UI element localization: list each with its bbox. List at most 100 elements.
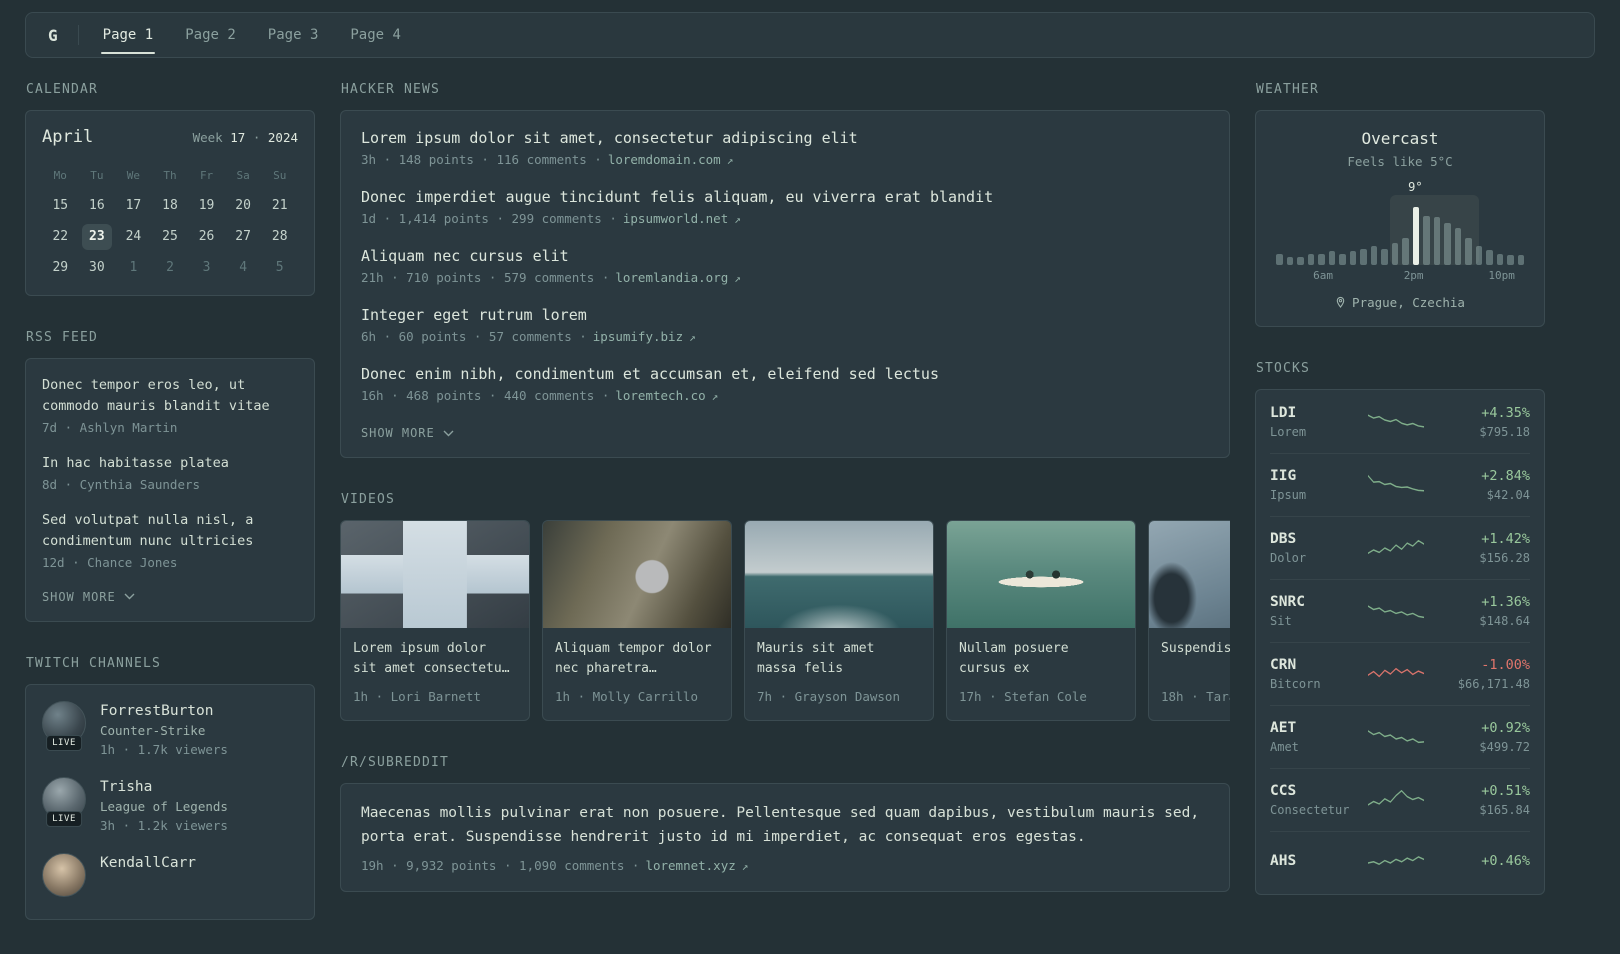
hn-section-title: HACKER NEWS: [341, 82, 440, 97]
page-tab[interactable]: Page 1: [100, 13, 155, 57]
stock-row[interactable]: CRN Bitcorn -1.00% $66,171.48: [1270, 642, 1530, 705]
stock-identity: AHS: [1270, 853, 1358, 873]
video-card[interactable]: Aliquam tempor dolor nec pharetra… 1h · …: [542, 520, 732, 721]
stock-price: $499.72: [1479, 740, 1530, 754]
video-card[interactable]: Nullam posuere cursus ex 17h · Stefan Co…: [946, 520, 1136, 721]
live-badge: LIVE: [46, 734, 82, 751]
hn-list: Lorem ipsum dolor sit amet, consectetur …: [361, 129, 1209, 403]
twitch-game: League of Legends: [100, 798, 228, 814]
hn-item-title[interactable]: Aliquam nec cursus elit: [361, 247, 1209, 265]
subreddit-widget: /R/SUBREDDIT Maecenas mollis pulvinar er…: [340, 755, 1230, 892]
video-card[interactable]: Mauris sit amet massa felis 7h · Grayson…: [744, 520, 934, 721]
hn-meta-text: 3h · 148 points · 116 comments ·: [361, 152, 602, 167]
stock-change: +0.51%: [1481, 783, 1530, 799]
stock-row[interactable]: DBS Dolor +1.42% $156.28: [1270, 516, 1530, 579]
hn-domain-link[interactable]: loremtech.co: [615, 388, 705, 403]
hn-domain-link[interactable]: ipsumworld.net: [623, 211, 728, 226]
week-number: 17: [230, 130, 246, 145]
video-meta: 1h · Molly Carrillo: [555, 689, 698, 704]
stock-name: Sit: [1270, 614, 1292, 628]
stock-values: +4.35% $795.18: [1434, 405, 1530, 439]
calendar-day: 30: [89, 260, 105, 275]
stock-identity: CRN Bitcorn: [1270, 657, 1358, 691]
stock-row[interactable]: CCS Consectetur +0.51% $165.84: [1270, 768, 1530, 831]
weather-location-text: Prague, Czechia: [1352, 295, 1465, 310]
stock-row[interactable]: AHS +0.46%: [1270, 831, 1530, 894]
hn-item-title[interactable]: Lorem ipsum dolor sit amet, consectetur …: [361, 129, 1209, 147]
twitch-channel-row[interactable]: KendallCarr: [42, 852, 298, 897]
hn-item-meta: 16h · 468 points · 440 comments · loremt…: [361, 388, 1209, 403]
page-tab[interactable]: Page 3: [268, 13, 319, 57]
stock-sparkline: [1358, 407, 1434, 437]
hn-item-title[interactable]: Donec enim nibh, condimentum et accumsan…: [361, 365, 1209, 383]
page-tab[interactable]: Page 2: [185, 13, 236, 57]
hn-domain-link[interactable]: loremdomain.com: [608, 152, 721, 167]
hn-card: Lorem ipsum dolor sit amet, consectetur …: [340, 110, 1230, 458]
video-meta: 7h · Grayson Dawson: [757, 689, 900, 704]
subreddit-post-card[interactable]: Maecenas mollis pulvinar erat non posuer…: [340, 783, 1230, 892]
hn-item-title[interactable]: Donec imperdiet augue tincidunt felis al…: [361, 188, 1209, 206]
external-link-icon: ↗: [734, 272, 741, 285]
hn-item: Integer eget rutrum lorem 6h · 60 points…: [361, 306, 1209, 344]
stock-values: +0.46%: [1434, 853, 1530, 873]
hn-domain-link[interactable]: ipsumify.biz: [593, 329, 683, 344]
twitch-channel-name[interactable]: Trisha: [100, 777, 228, 795]
twitch-channel-name[interactable]: KendallCarr: [100, 853, 196, 871]
rss-show-more-button[interactable]: SHOW MORE: [42, 590, 135, 604]
stock-sparkline: [1358, 659, 1434, 689]
stock-sparkline: [1358, 722, 1434, 752]
hn-domain-link[interactable]: loremlandia.org: [615, 270, 728, 285]
peak-temperature-label: 9°: [1408, 180, 1423, 194]
calendar-day: 29: [52, 260, 69, 275]
video-card[interactable]: Suspendisse diam 18h · Tara: [1148, 520, 1230, 721]
twitch-channel-name[interactable]: ForrestBurton: [100, 701, 228, 719]
video-thumbnail: [543, 521, 731, 628]
weather-bar: [1286, 256, 1293, 265]
hn-item-title[interactable]: Integer eget rutrum lorem: [361, 306, 1209, 324]
stock-symbol: AET: [1270, 720, 1297, 736]
right-column: WEATHER Overcast Feels like 5°C 9° 6am 2…: [1255, 82, 1545, 929]
hn-show-more-button[interactable]: SHOW MORE: [361, 426, 454, 440]
dashboard: CALENDAR April Week 17 · 2024 Mo Tu We T…: [0, 58, 1620, 954]
weather-bar: [1339, 254, 1346, 265]
video-meta: 18h · Tara: [1161, 689, 1230, 704]
weather-bar: [1496, 254, 1503, 265]
twitch-game: Counter-Strike: [100, 722, 206, 738]
rss-item-title[interactable]: Donec tempor eros leo, ut commodo mauris…: [42, 375, 298, 417]
rss-card: Donec tempor eros leo, ut commodo mauris…: [25, 358, 315, 622]
video-title: Mauris sit amet massa felis: [757, 641, 875, 676]
weather-feels-like: Feels like 5°C: [1347, 154, 1453, 169]
page-tab[interactable]: Page 4: [350, 13, 401, 57]
subreddit-post-text[interactable]: Maecenas mollis pulvinar erat non posuer…: [361, 802, 1209, 850]
left-column: CALENDAR April Week 17 · 2024 Mo Tu We T…: [25, 82, 315, 954]
hn-meta-text: 21h · 710 points · 579 comments ·: [361, 270, 610, 285]
middle-column: HACKER NEWS Lorem ipsum dolor sit amet, …: [340, 82, 1230, 926]
stock-row[interactable]: SNRC Sit +1.36% $148.64: [1270, 579, 1530, 642]
calendar-day: 1: [129, 260, 138, 275]
rss-item-title[interactable]: Sed volutpat nulla nisl, a condimentum n…: [42, 510, 298, 552]
page-tabs: Page 1 Page 2 Page 3 Page 4: [100, 13, 401, 57]
twitch-channel-info: Trisha League of Legends 3h · 1.2k viewe…: [100, 777, 228, 833]
video-thumbnail: [947, 521, 1135, 628]
rss-section-title: RSS FEED: [26, 330, 98, 345]
stock-price: $66,171.48: [1457, 677, 1530, 691]
calendar-day: 17: [125, 198, 142, 213]
external-link-icon: ↗: [711, 390, 719, 403]
twitch-channel-row[interactable]: LIVE ForrestBurton Counter-Strike 1h · 1…: [42, 700, 298, 757]
stock-row[interactable]: AET Amet +0.92% $499.72: [1270, 705, 1530, 768]
rss-item-title[interactable]: In hac habitasse platea: [42, 453, 298, 474]
stock-identity: SNRC Sit: [1270, 594, 1358, 628]
rss-list: Donec tempor eros leo, ut commodo mauris…: [42, 375, 298, 570]
twitch-channel-row[interactable]: LIVE Trisha League of Legends 3h · 1.2k …: [42, 776, 298, 833]
nav-divider: [77, 25, 79, 45]
stock-row[interactable]: IIG Ipsum +2.84% $42.04: [1270, 453, 1530, 516]
weather-bar: [1328, 251, 1335, 265]
stock-symbol: LDI: [1270, 404, 1297, 421]
avatar: LIVE: [42, 700, 86, 751]
weather-location: Prague, Czechia: [1274, 295, 1526, 310]
calendar-week-info: Week 17 · 2024: [193, 130, 298, 145]
subreddit-domain-link[interactable]: loremnet.xyz: [645, 858, 735, 873]
stock-row[interactable]: LDI Lorem +4.35% $795.18: [1270, 390, 1530, 453]
video-card[interactable]: Lorem ipsum dolor sit amet consectetu… 1…: [340, 520, 530, 721]
hn-item-meta: 21h · 710 points · 579 comments · loreml…: [361, 270, 1209, 285]
